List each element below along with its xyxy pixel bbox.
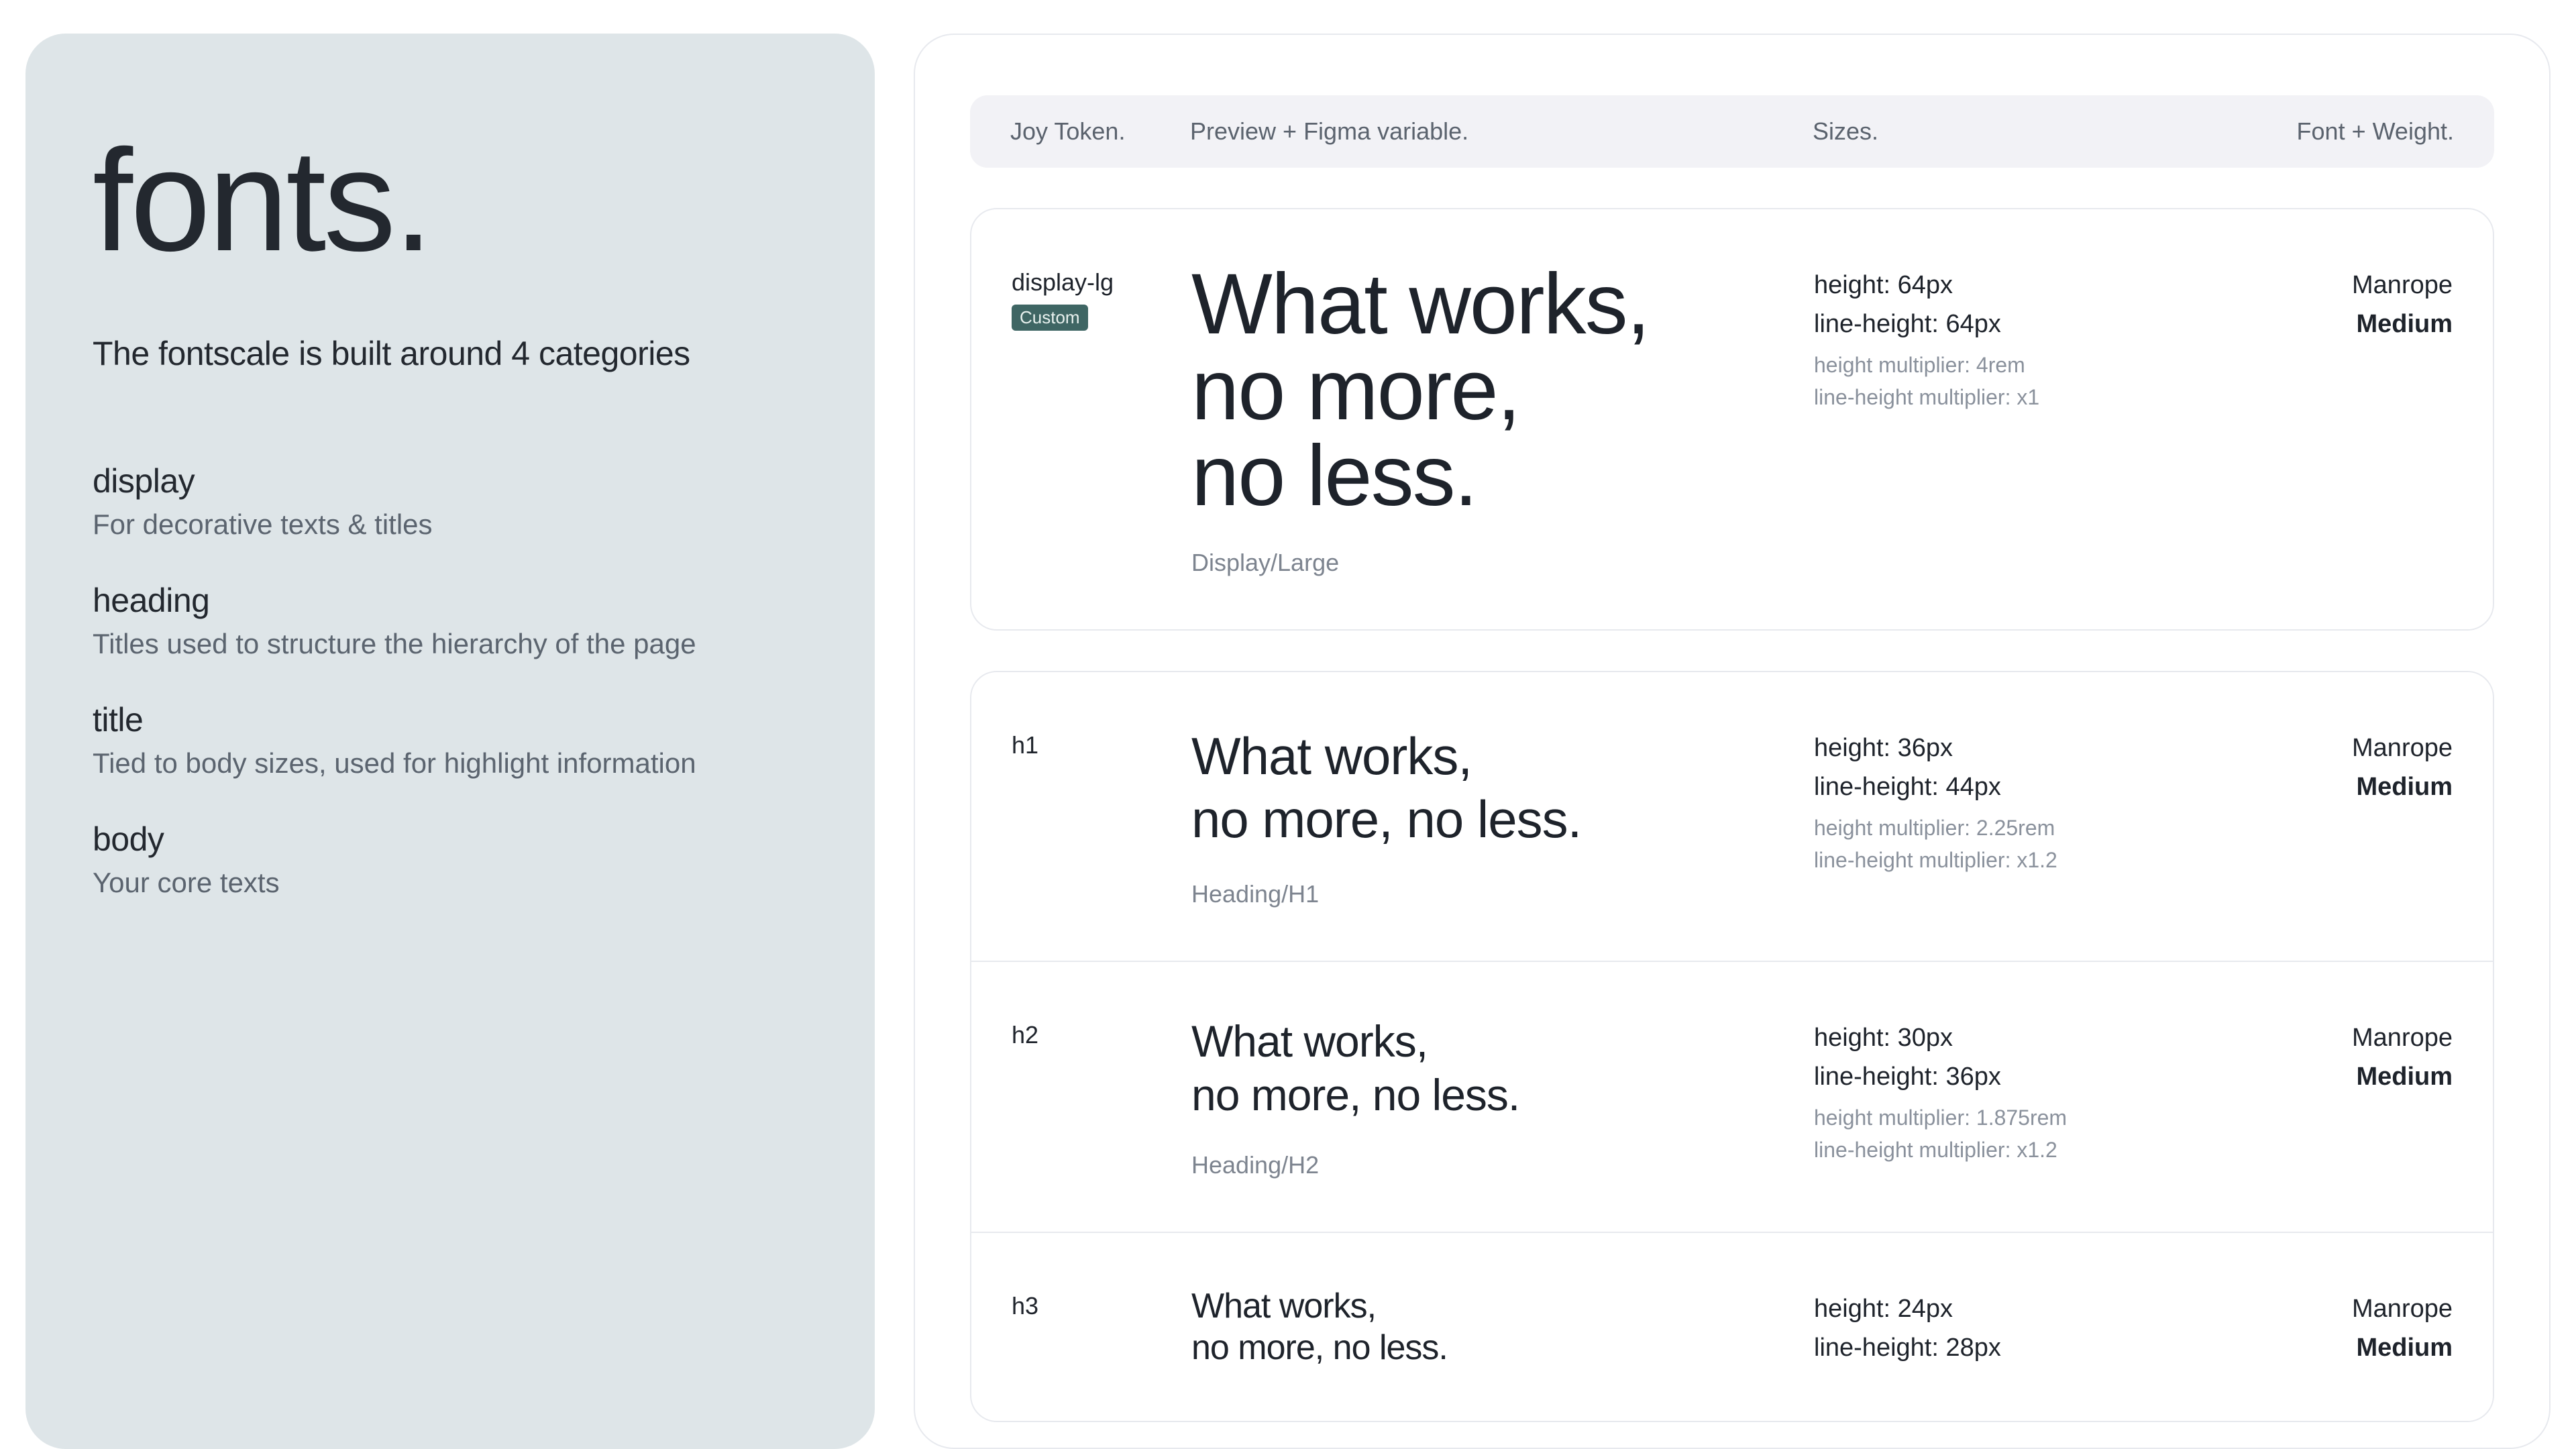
preview-column: What works, no more, no less. Heading/H2 xyxy=(1191,1014,1814,1179)
size-lineheight: line-height: 28px xyxy=(1814,1328,2223,1367)
token-column: h3 xyxy=(1012,1285,1191,1368)
table-header: Joy Token. Preview + Figma variable. Siz… xyxy=(970,95,2494,168)
category-item-display: display For decorative texts & titles xyxy=(93,462,808,541)
category-name: body xyxy=(93,820,808,859)
font-family: Manrope xyxy=(2223,1018,2453,1057)
token-column: h2 xyxy=(1012,1014,1191,1179)
preview-line: What works, xyxy=(1191,727,1472,786)
preview-line: no more, no less. xyxy=(1191,1070,1519,1120)
header-col-sizes: Sizes. xyxy=(1813,117,2222,146)
size-height: height: 64px xyxy=(1814,266,2223,305)
size-height: height: 36px xyxy=(1814,729,2223,767)
preview-line: no more, no less. xyxy=(1191,790,1581,849)
font-group-heading: h1 What works, no more, no less. Heading… xyxy=(970,671,2494,1422)
preview-line: What works, xyxy=(1191,1287,1376,1326)
font-row-h1: h1 What works, no more, no less. Heading… xyxy=(971,672,2493,961)
figma-variable: Display/Large xyxy=(1191,549,1814,577)
preview-text: What works, no more, no less. xyxy=(1191,724,1814,851)
size-lineheight-multiplier: line-height multiplier: x1.2 xyxy=(1814,844,2223,876)
category-name: display xyxy=(93,462,808,500)
font-column: Manrope Medium xyxy=(2223,1014,2453,1179)
token-name: h2 xyxy=(1012,1021,1191,1049)
page-title: fonts. xyxy=(93,127,808,272)
size-lineheight: line-height: 36px xyxy=(1814,1057,2223,1096)
font-family: Manrope xyxy=(2223,266,2453,305)
size-height-multiplier: height multiplier: 1.875rem xyxy=(1814,1102,2223,1134)
page-root: fonts. The fontscale is built around 4 c… xyxy=(0,0,2576,1449)
size-lineheight: line-height: 64px xyxy=(1814,305,2223,343)
figma-variable: Heading/H2 xyxy=(1191,1151,1814,1179)
font-group-display: display-lg Custom What works, no more, n… xyxy=(970,208,2494,631)
preview-column: What works, no more, no less. xyxy=(1191,1285,1814,1368)
token-name: h3 xyxy=(1012,1292,1191,1320)
sizes-column: height: 64px line-height: 64px height mu… xyxy=(1814,262,2223,577)
custom-badge: Custom xyxy=(1012,305,1088,331)
token-column: display-lg Custom xyxy=(1012,262,1191,577)
preview-text: What works, no more, no less. xyxy=(1191,262,1814,519)
font-weight: Medium xyxy=(2223,305,2453,343)
category-desc: For decorative texts & titles xyxy=(93,508,808,541)
size-lineheight: line-height: 44px xyxy=(1814,767,2223,806)
category-name: title xyxy=(93,700,808,739)
preview-text: What works, no more, no less. xyxy=(1191,1014,1814,1122)
category-list: display For decorative texts & titles he… xyxy=(93,462,808,899)
preview-column: What works, no more, no less. Heading/H1 xyxy=(1191,724,1814,908)
font-family: Manrope xyxy=(2223,729,2453,767)
category-item-title: title Tied to body sizes, used for highl… xyxy=(93,700,808,780)
preview-line: no more, xyxy=(1191,342,1519,438)
font-column: Manrope Medium xyxy=(2223,262,2453,577)
font-row-h2: h2 What works, no more, no less. Heading… xyxy=(971,961,2493,1232)
sizes-column: height: 24px line-height: 28px xyxy=(1814,1285,2223,1368)
category-desc: Your core texts xyxy=(93,867,808,899)
preview-line: no more, no less. xyxy=(1191,1328,1448,1367)
category-desc: Titles used to structure the hierarchy o… xyxy=(93,628,808,660)
category-desc: Tied to body sizes, used for highlight i… xyxy=(93,747,808,780)
sizes-column: height: 30px line-height: 36px height mu… xyxy=(1814,1014,2223,1179)
preview-line: What works, xyxy=(1191,1016,1428,1066)
category-item-body: body Your core texts xyxy=(93,820,808,899)
figma-variable: Heading/H1 xyxy=(1191,880,1814,908)
font-weight: Medium xyxy=(2223,767,2453,806)
preview-line: no less. xyxy=(1191,428,1477,524)
font-column: Manrope Medium xyxy=(2223,1285,2453,1368)
size-height-multiplier: height multiplier: 2.25rem xyxy=(1814,812,2223,844)
header-col-font: Font + Weight. xyxy=(2222,117,2454,146)
size-lineheight-multiplier: line-height multiplier: x1 xyxy=(1814,381,2223,413)
size-height-multiplier: height multiplier: 4rem xyxy=(1814,349,2223,381)
preview-column: What works, no more, no less. Display/La… xyxy=(1191,262,1814,577)
header-col-preview: Preview + Figma variable. xyxy=(1190,117,1813,146)
sizes-column: height: 36px line-height: 44px height mu… xyxy=(1814,724,2223,908)
size-height: height: 30px xyxy=(1814,1018,2223,1057)
right-panel: Joy Token. Preview + Figma variable. Siz… xyxy=(914,34,2551,1449)
token-column: h1 xyxy=(1012,724,1191,908)
size-lineheight-multiplier: line-height multiplier: x1.2 xyxy=(1814,1134,2223,1166)
font-weight: Medium xyxy=(2223,1057,2453,1096)
size-height: height: 24px xyxy=(1814,1289,2223,1328)
left-panel: fonts. The fontscale is built around 4 c… xyxy=(25,34,875,1449)
font-family: Manrope xyxy=(2223,1289,2453,1328)
font-row-display-lg: display-lg Custom What works, no more, n… xyxy=(971,209,2493,629)
category-name: heading xyxy=(93,581,808,620)
preview-line: What works, xyxy=(1191,256,1649,352)
preview-text: What works, no more, no less. xyxy=(1191,1285,1814,1368)
font-weight: Medium xyxy=(2223,1328,2453,1367)
font-row-h3: h3 What works, no more, no less. height:… xyxy=(971,1232,2493,1421)
token-name: display-lg xyxy=(1012,268,1191,297)
font-column: Manrope Medium xyxy=(2223,724,2453,908)
category-item-heading: heading Titles used to structure the hie… xyxy=(93,581,808,660)
page-subtitle: The fontscale is built around 4 categori… xyxy=(93,334,808,373)
token-name: h1 xyxy=(1012,731,1191,759)
header-col-token: Joy Token. xyxy=(1010,117,1190,146)
